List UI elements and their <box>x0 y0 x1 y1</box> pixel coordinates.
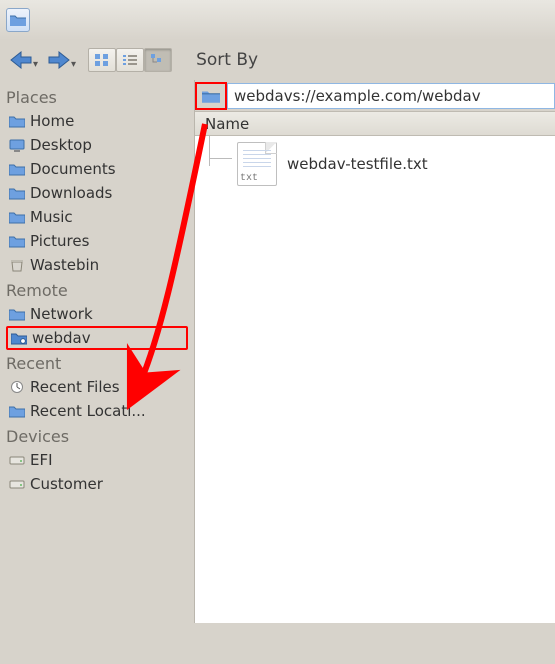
sidebar-item-label: EFI <box>30 451 53 469</box>
folder-icon <box>8 306 26 322</box>
view-list-button[interactable] <box>116 48 144 72</box>
sidebar-item-recent-files[interactable]: Recent Files <box>6 375 188 399</box>
sidebar-item-label: Pictures <box>30 232 89 250</box>
sidebar-section-header: Remote <box>6 281 188 300</box>
sidebar-item-label: Music <box>30 208 73 226</box>
folder-icon <box>8 233 26 249</box>
trash-icon <box>8 257 26 273</box>
sidebar-item-efi[interactable]: EFI <box>6 448 188 472</box>
view-tree-button[interactable] <box>144 48 172 72</box>
address-path-text: webdavs://example.com/webdav <box>234 87 481 105</box>
toolbar: ▾ ▾ Sort By <box>0 40 555 80</box>
file-area[interactable]: txt webdav-testfile.txt <box>195 136 555 623</box>
sidebar-item-label: Desktop <box>30 136 92 154</box>
chevron-down-icon: ▾ <box>71 59 76 70</box>
sidebar-item-label: webdav <box>32 329 91 347</box>
view-mode-group <box>88 48 172 72</box>
sidebar-item-label: Home <box>30 112 74 130</box>
desktop-icon <box>8 137 26 153</box>
content-pane: webdavs://example.com/webdav Name txt we… <box>195 80 555 623</box>
address-bar: webdavs://example.com/webdav <box>195 80 555 112</box>
drive-icon <box>8 452 26 468</box>
address-input[interactable]: webdavs://example.com/webdav <box>227 83 555 109</box>
sidebar: Places Home Desktop Documents Downloads Music… <box>0 80 195 623</box>
clock-icon <box>8 379 26 395</box>
sidebar-item-home[interactable]: Home <box>6 109 188 133</box>
text-file-icon: txt <box>237 142 277 186</box>
sidebar-item-customer[interactable]: Customer <box>6 472 188 496</box>
view-icons-button[interactable] <box>88 48 116 72</box>
sidebar-item-label: Recent Files <box>30 378 120 396</box>
sidebar-item-webdav[interactable]: webdav <box>6 326 188 350</box>
titlebar <box>0 0 555 40</box>
folder-icon <box>8 113 26 129</box>
sidebar-item-label: Recent Locati... <box>30 402 146 420</box>
drive-icon <box>8 476 26 492</box>
main-split: Places Home Desktop Documents Downloads Music… <box>0 80 555 623</box>
sidebar-item-desktop[interactable]: Desktop <box>6 133 188 157</box>
file-ext-label: txt <box>240 173 258 184</box>
sidebar-item-downloads[interactable]: Downloads <box>6 181 188 205</box>
column-header-label: Name <box>205 115 249 133</box>
sidebar-item-pictures[interactable]: Pictures <box>6 229 188 253</box>
sort-by-label[interactable]: Sort By <box>196 50 258 70</box>
back-button[interactable]: ▾ <box>8 49 40 71</box>
sidebar-section-header: Recent <box>6 354 188 373</box>
chevron-down-icon: ▾ <box>33 59 38 70</box>
folder-icon <box>8 403 26 419</box>
file-item[interactable]: txt webdav-testfile.txt <box>237 142 428 186</box>
folder-icon <box>8 161 26 177</box>
sidebar-section-header: Places <box>6 88 188 107</box>
sidebar-item-network[interactable]: Network <box>6 302 188 326</box>
sidebar-item-label: Customer <box>30 475 103 493</box>
address-folder-icon[interactable] <box>195 82 227 110</box>
sidebar-item-documents[interactable]: Documents <box>6 157 188 181</box>
sidebar-item-label: Network <box>30 305 93 323</box>
sidebar-item-label: Wastebin <box>30 256 99 274</box>
sidebar-item-label: Documents <box>30 160 116 178</box>
sidebar-item-recent-locati[interactable]: Recent Locati... <box>6 399 188 423</box>
sidebar-item-label: Downloads <box>30 184 112 202</box>
forward-button[interactable]: ▾ <box>46 49 78 71</box>
app-icon <box>6 8 30 32</box>
folder-icon <box>8 185 26 201</box>
sidebar-item-music[interactable]: Music <box>6 205 188 229</box>
sidebar-section-header: Devices <box>6 427 188 446</box>
file-name-label: webdav-testfile.txt <box>287 155 428 173</box>
tree-connector <box>209 136 231 166</box>
column-header-name[interactable]: Name <box>195 112 555 136</box>
remote-icon <box>10 330 28 346</box>
folder-icon <box>8 209 26 225</box>
sidebar-item-wastebin[interactable]: Wastebin <box>6 253 188 277</box>
